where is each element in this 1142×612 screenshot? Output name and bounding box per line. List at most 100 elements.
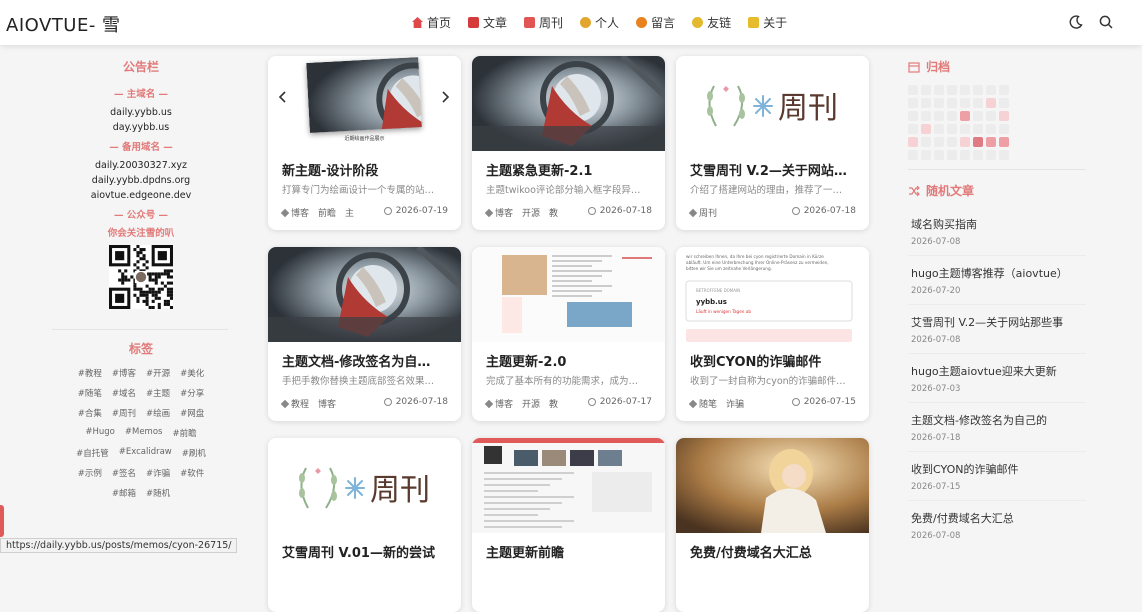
post-tag[interactable]: 前瞻 [318,206,336,219]
tag-link[interactable]: #教程 [78,367,102,379]
heatmap-cell[interactable] [960,150,970,160]
dark-mode-moon-icon[interactable] [1068,14,1084,30]
post-tag[interactable]: 随笔 [699,397,717,410]
heatmap-cell[interactable] [921,150,931,160]
post-thumbnail[interactable] [676,438,869,533]
random-post-title[interactable]: 艾雪周刊 V.2—关于网站那些事 [911,314,1086,330]
tag-link[interactable]: #示例 [78,467,102,479]
post-card[interactable]: 主题紧急更新-2.1 主题twikoo评论部分输入框字段异… 博客 开源教 2026-0… [472,56,665,230]
tag-link[interactable]: #随机 [146,487,170,499]
post-thumbnail[interactable]: 近期绘画作品展示 [268,56,461,151]
tag-link[interactable]: #域名 [112,387,136,399]
tag-link[interactable]: #开源 [146,367,170,379]
post-tag[interactable]: 周刊 [699,206,717,219]
heatmap-cell[interactable] [986,124,996,134]
heatmap-cell[interactable] [908,150,918,160]
post-thumbnail[interactable] [472,438,665,533]
post-tag[interactable]: 诈骗 [726,397,744,410]
heatmap-cell[interactable] [999,85,1009,95]
heatmap-cell[interactable] [973,111,983,121]
heatmap-cell[interactable] [960,85,970,95]
post-thumbnail[interactable]: 周刊 [268,438,461,533]
domain-link[interactable]: aiovtue.edgeone.dev [52,188,230,203]
post-card[interactable]: wir schreiben Ihnen, da Ihre bei cyon re… [676,247,869,421]
heatmap-cell[interactable] [921,85,931,95]
heatmap-cell[interactable] [960,124,970,134]
heatmap-cell[interactable] [908,124,918,134]
tag-link[interactable]: #软件 [180,467,204,479]
post-thumbnail[interactable] [472,247,665,342]
heatmap-cell[interactable] [908,85,918,95]
post-title[interactable]: 艾雪周刊 V.01—新的尝试 [282,542,454,561]
tag-link[interactable]: #Memos [125,427,163,439]
heatmap-cell[interactable] [999,111,1009,121]
post-tag[interactable]: 教 [549,206,558,219]
site-brand[interactable]: AIOVTUE- 雪 [6,11,121,37]
heatmap-cell[interactable] [947,137,957,147]
tag-link[interactable]: #Hugo [85,427,115,439]
random-post-title[interactable]: 免费/付费域名大汇总 [911,510,1086,526]
heatmap-cell[interactable] [908,137,918,147]
heatmap-cell[interactable] [999,137,1009,147]
carousel-next-icon[interactable] [440,90,450,104]
post-tag[interactable]: 博客 [495,206,513,219]
heatmap-cell[interactable] [947,150,957,160]
nav-item-6[interactable]: 关于 [748,14,787,31]
heatmap-cell[interactable] [986,137,996,147]
random-post-item[interactable]: 收到CYON的诈骗邮件 2026-07-15 [908,452,1086,501]
tag-link[interactable]: #自托管 [76,447,109,459]
heatmap-cell[interactable] [973,150,983,160]
heatmap-cell[interactable] [999,124,1009,134]
nav-item-0[interactable]: 首页 [412,14,451,31]
post-title[interactable]: 收到CYON的诈骗邮件 [690,351,862,370]
heatmap-cell[interactable] [908,111,918,121]
heatmap-cell[interactable] [986,98,996,108]
post-card[interactable]: 周刊 艾雪周刊 V.01—新的尝试 [268,438,461,612]
heatmap-cell[interactable] [921,98,931,108]
heatmap-cell[interactable] [934,85,944,95]
post-thumbnail[interactable] [472,56,665,151]
heatmap-cell[interactable] [973,85,983,95]
heatmap-cell[interactable] [960,111,970,121]
heatmap-cell[interactable] [921,137,931,147]
heatmap-cell[interactable] [908,98,918,108]
post-tag[interactable]: 主 [345,206,354,219]
post-title[interactable]: 艾雪周刊 V.2—关于网站… [690,160,862,179]
heatmap-cell[interactable] [934,111,944,121]
heatmap-cell[interactable] [921,124,931,134]
heatmap-cell[interactable] [934,150,944,160]
nav-item-2[interactable]: 周刊 [524,14,563,31]
post-thumbnail[interactable]: wir schreiben Ihnen, da Ihre bei cyon re… [676,247,869,342]
heatmap-cell[interactable] [999,150,1009,160]
carousel-prev-icon[interactable] [278,90,288,104]
heatmap-cell[interactable] [960,98,970,108]
tag-link[interactable]: #邮箱 [112,487,136,499]
post-tag[interactable]: 教程 [291,397,309,410]
random-post-title[interactable]: 域名购买指南 [911,216,1086,232]
heatmap-cell[interactable] [973,98,983,108]
tag-link[interactable]: #分享 [180,387,204,399]
post-title[interactable]: 主题更新-2.0 [486,351,658,370]
random-post-title[interactable]: hugo主题aiovtue迎来大更新 [911,363,1086,379]
heatmap-cell[interactable] [947,111,957,121]
nav-item-1[interactable]: 文章 [468,14,507,31]
post-title[interactable]: 免费/付费域名大汇总 [690,542,862,561]
heatmap-cell[interactable] [986,85,996,95]
post-tag[interactable]: 博客 [291,206,309,219]
tag-link[interactable]: #博客 [112,367,136,379]
post-card[interactable]: 免费/付费域名大汇总 [676,438,869,612]
heatmap-cell[interactable] [973,137,983,147]
tag-link[interactable]: #绘画 [146,407,170,419]
domain-link[interactable]: daily.yybb.us [52,105,230,120]
tag-link[interactable]: #美化 [180,367,204,379]
heatmap-cell[interactable] [999,98,1009,108]
heatmap-cell[interactable] [960,137,970,147]
post-thumbnail[interactable] [268,247,461,342]
post-tag[interactable]: 教 [549,397,558,410]
post-tag[interactable]: 博客 [495,397,513,410]
post-thumbnail[interactable]: 周刊 [676,56,869,151]
post-card[interactable]: 主题更新-2.0 完成了基本所有的功能需求，成为… 博客 开源教 2026-07-17 [472,247,665,421]
nav-item-5[interactable]: 友链 [692,14,731,31]
tag-link[interactable]: #主题 [146,387,170,399]
nav-item-4[interactable]: 留言 [636,14,675,31]
